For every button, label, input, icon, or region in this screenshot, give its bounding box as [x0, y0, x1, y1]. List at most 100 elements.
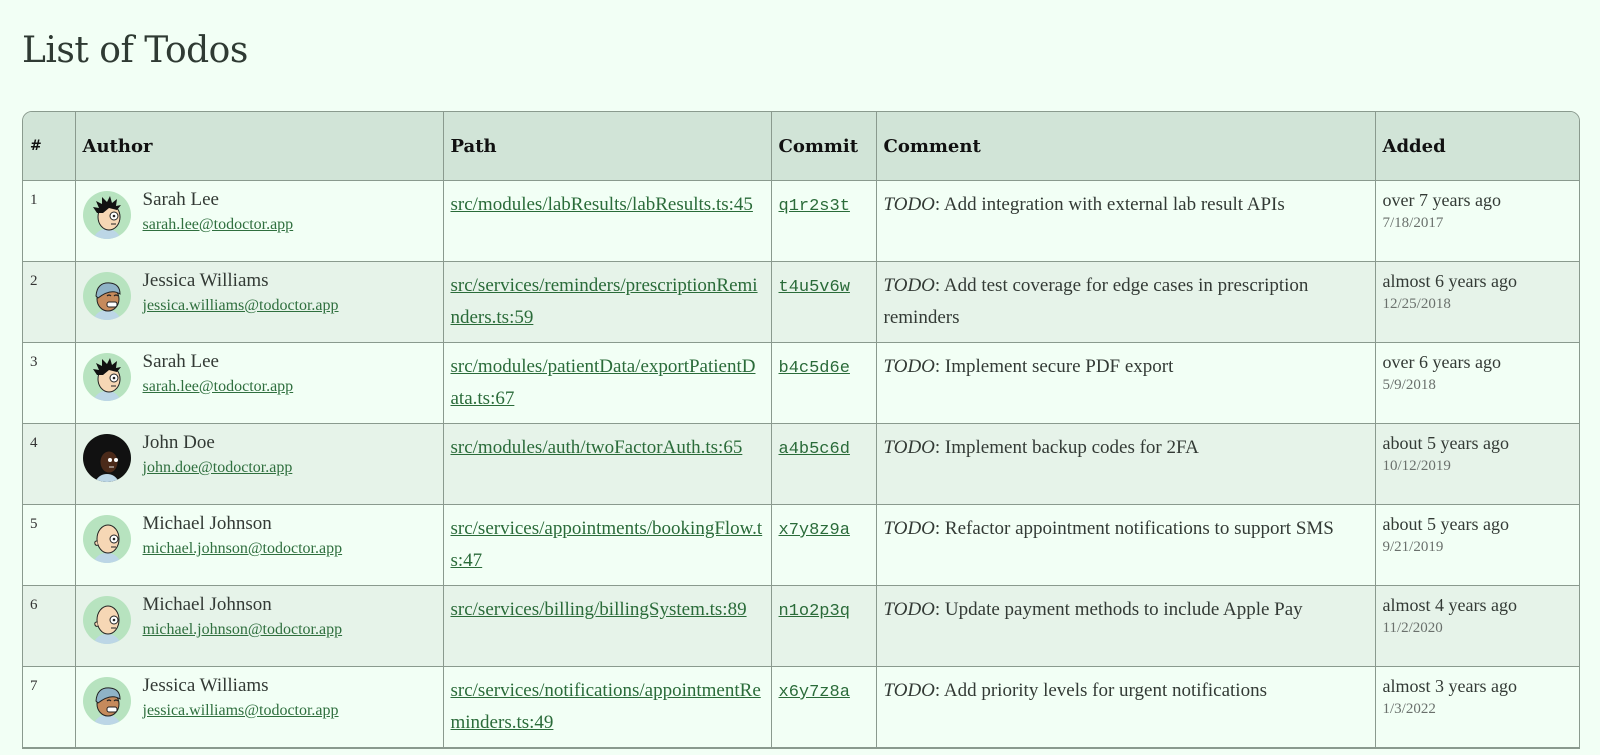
added-relative: about 5 years ago [1382, 433, 1509, 453]
commit-link[interactable]: b4c5d6e [779, 359, 850, 378]
commit-link[interactable]: a4b5c6d [779, 440, 850, 459]
comment-text: : Update payment methods to include Appl… [934, 599, 1303, 620]
author-cell: Michael Johnson michael.johnson@todoctor… [75, 504, 444, 586]
comment-cell: TODO: Update payment methods to include … [876, 585, 1376, 667]
bald-avatar [82, 515, 131, 563]
added-date: 5/9/2018 [1382, 377, 1436, 393]
author-info: Sarah Lee sarah.lee@todoctor.app [143, 351, 294, 398]
row-number: 5 [23, 504, 76, 586]
row-number: 7 [23, 666, 76, 748]
table-row: 5 Michael Johnson michael.johnson@todoct… [23, 504, 1579, 586]
table-row: 7 Jessica Williams jessica.williams@todo… [23, 666, 1579, 748]
path-link[interactable]: src/services/reminders/prescriptionRemin… [451, 275, 758, 328]
commit-link[interactable]: n1o2p3q [779, 602, 850, 621]
comment-cell: TODO: Add test coverage for edge cases i… [876, 261, 1376, 343]
author-email-link[interactable]: john.doe@todoctor.app [143, 457, 293, 479]
todo-tag: TODO [883, 680, 935, 701]
author-name: Sarah Lee [142, 351, 219, 372]
row-number: 1 [23, 180, 76, 262]
comment-text: : Add integration with external lab resu… [934, 194, 1285, 215]
author-info: Sarah Lee sarah.lee@todoctor.app [143, 189, 294, 236]
author-name: Michael Johnson [142, 513, 272, 534]
commit-link[interactable]: t4u5v6w [779, 278, 850, 297]
todo-tag: TODO [883, 599, 935, 620]
commit-cell: t4u5v6w [771, 261, 877, 343]
added-cell: about 5 years ago 9/21/2019 [1375, 504, 1579, 586]
added-relative: over 6 years ago [1382, 352, 1501, 372]
author-name: John Doe [142, 432, 215, 453]
author-email-link[interactable]: sarah.lee@todoctor.app [143, 376, 294, 398]
author-info: Jessica Williams jessica.williams@todoct… [143, 675, 339, 722]
row-number-text: 1 [30, 192, 38, 208]
added-relative: almost 3 years ago [1382, 676, 1517, 696]
path-link[interactable]: src/services/notifications/appointmentRe… [451, 680, 761, 733]
comment-text: : Add test coverage for edge cases in pr… [883, 275, 1309, 328]
author-email-link[interactable]: jessica.williams@todoctor.app [143, 700, 339, 722]
author-email-link[interactable]: michael.johnson@todoctor.app [143, 619, 343, 641]
author-email-link[interactable]: sarah.lee@todoctor.app [143, 214, 294, 236]
row-number-text: 7 [30, 678, 38, 694]
row-number: 6 [23, 585, 76, 667]
added-cell: about 5 years ago 10/12/2019 [1375, 423, 1579, 505]
afro-avatar [82, 434, 131, 482]
added-cell: almost 6 years ago 12/25/2018 [1375, 261, 1579, 343]
table-row: 1 Sarah Lee sarah.lee@todoctor.app src/m… [23, 180, 1579, 262]
author: Michael Johnson michael.johnson@todoctor… [82, 594, 436, 644]
path-cell: src/services/notifications/appointmentRe… [443, 666, 772, 748]
added-cell: almost 3 years ago 1/3/2022 [1375, 666, 1579, 748]
row-number-text: 5 [30, 516, 38, 532]
path-link[interactable]: src/modules/labResults/labResults.ts:45 [451, 194, 753, 215]
column-header-commit: Commit [771, 112, 877, 181]
author-cell: Michael Johnson michael.johnson@todoctor… [75, 585, 444, 667]
author-name: Sarah Lee [142, 189, 219, 210]
author: Jessica Williams jessica.williams@todoct… [82, 270, 436, 320]
path-link[interactable]: src/services/appointments/bookingFlow.ts… [451, 518, 763, 571]
path-cell: src/services/billing/billingSystem.ts:89 [443, 585, 772, 667]
author-email-link[interactable]: michael.johnson@todoctor.app [143, 538, 343, 560]
comment-cell: TODO: Implement backup codes for 2FA [876, 423, 1376, 505]
commit-link[interactable]: x7y8z9a [779, 521, 850, 540]
author-info: Michael Johnson michael.johnson@todoctor… [143, 513, 343, 560]
comment-cell: TODO: Add priority levels for urgent not… [876, 666, 1376, 748]
page-title: List of Todos [22, 30, 248, 71]
todo-tag: TODO [883, 275, 935, 296]
added-relative: about 5 years ago [1382, 514, 1509, 534]
path-link[interactable]: src/modules/auth/twoFactorAuth.ts:65 [451, 437, 743, 458]
spiky-hair-avatar [82, 191, 131, 239]
comment-text: : Refactor appointment notifications to … [934, 518, 1334, 539]
todos-table-container: # Author Path Commit Comment Added 1 Sar… [22, 111, 1580, 749]
added-date: 11/2/2020 [1382, 620, 1443, 636]
spiky-hair-avatar [82, 353, 131, 401]
author: Sarah Lee sarah.lee@todoctor.app [82, 351, 436, 401]
added-date: 9/21/2019 [1382, 539, 1444, 555]
todo-tag: TODO [883, 437, 935, 458]
author-cell: Sarah Lee sarah.lee@todoctor.app [75, 180, 444, 262]
comment-text: : Add priority levels for urgent notific… [934, 680, 1267, 701]
path-cell: src/services/appointments/bookingFlow.ts… [443, 504, 772, 586]
path-link[interactable]: src/services/billing/billingSystem.ts:89 [451, 599, 747, 620]
todo-tag: TODO [883, 194, 935, 215]
author: Jessica Williams jessica.williams@todoct… [82, 675, 436, 725]
author-email-link[interactable]: jessica.williams@todoctor.app [143, 295, 339, 317]
table-row: 2 Jessica Williams jessica.williams@todo… [23, 261, 1579, 343]
added-relative: over 7 years ago [1382, 190, 1501, 210]
path-cell: src/services/reminders/prescriptionRemin… [443, 261, 772, 343]
path-link[interactable]: src/modules/patientData/exportPatientDat… [451, 356, 756, 409]
column-header-number: # [23, 112, 76, 181]
added-date: 7/18/2017 [1382, 215, 1444, 231]
added-cell: almost 4 years ago 11/2/2020 [1375, 585, 1579, 667]
commit-cell: a4b5c6d [771, 423, 877, 505]
commit-cell: n1o2p3q [771, 585, 877, 667]
author: Michael Johnson michael.johnson@todoctor… [82, 513, 436, 563]
commit-link[interactable]: x6y7z8a [779, 683, 850, 702]
added-date: 12/25/2018 [1382, 296, 1451, 312]
table-body: 1 Sarah Lee sarah.lee@todoctor.app src/m… [23, 180, 1579, 748]
commit-link[interactable]: q1r2s3t [779, 197, 850, 216]
headscarf-avatar [82, 677, 131, 725]
path-cell: src/modules/labResults/labResults.ts:45 [443, 180, 772, 262]
author-cell: John Doe john.doe@todoctor.app [75, 423, 444, 505]
author-cell: Jessica Williams jessica.williams@todoct… [75, 261, 444, 343]
path-cell: src/modules/patientData/exportPatientDat… [443, 342, 772, 424]
author: Sarah Lee sarah.lee@todoctor.app [82, 189, 436, 239]
comment-text: : Implement backup codes for 2FA [934, 437, 1199, 458]
